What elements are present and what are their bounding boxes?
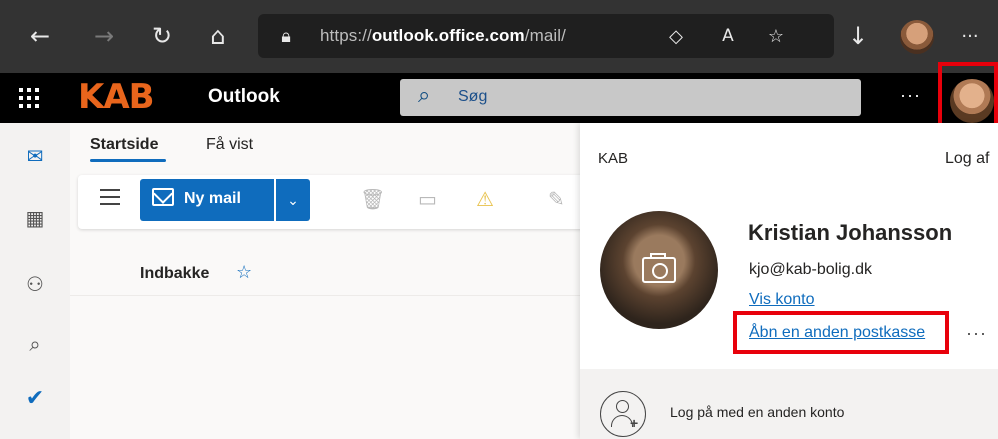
folder-title: Indbakke	[140, 265, 210, 282]
sweep-icon[interactable]: ✎	[548, 187, 565, 211]
attachment-icon[interactable]: ⌕	[22, 331, 48, 357]
back-arrow-icon[interactable]: ←	[22, 18, 58, 54]
kab-logo: KAB	[78, 77, 155, 117]
todo-icon[interactable]: ✔	[22, 385, 48, 411]
calendar-icon[interactable]: ▦	[22, 205, 48, 231]
people-icon[interactable]: ⚇	[22, 271, 48, 297]
download-icon[interactable]: ↓	[840, 18, 876, 54]
read-aloud-icon[interactable]: A	[710, 18, 746, 54]
url-path: /mail/	[524, 26, 566, 45]
hamburger-menu-icon[interactable]	[100, 189, 120, 205]
sign-out-link[interactable]: Log af	[945, 150, 989, 168]
archive-icon[interactable]: ▭	[418, 187, 437, 211]
new-mail-button[interactable]: Ny mail	[140, 179, 274, 221]
home-icon[interactable]: ⌂	[200, 18, 236, 54]
profile-photo[interactable]	[600, 211, 718, 329]
app-launcher-icon[interactable]	[16, 85, 42, 111]
tab-faa-vist[interactable]: Få vist	[206, 136, 253, 154]
more-icon[interactable]: ···	[952, 18, 988, 54]
account-more-icon[interactable]: ···	[966, 323, 987, 344]
chevron-down-icon: ⌄	[287, 191, 299, 208]
search-box[interactable]: ⌕ Søg	[400, 79, 861, 116]
app-name: Outlook	[208, 86, 280, 107]
profile-avatar[interactable]	[900, 20, 934, 54]
highlight-open-mailbox-box	[733, 311, 949, 354]
view-account-link[interactable]: Vis konto	[749, 291, 815, 309]
lock-icon[interactable]: 🔒︎	[268, 18, 304, 54]
browser-toolbar: ← → ↻ ⌂ 🔒︎ https://outlook.office.com/ma…	[0, 0, 998, 73]
divider	[70, 295, 580, 296]
user-email: kjo@kab-bolig.dk	[749, 261, 872, 278]
new-mail-dropdown-button[interactable]: ⌄	[276, 179, 310, 221]
reading-view-icon[interactable]: ◇	[658, 18, 694, 54]
organization-name: KAB	[598, 150, 629, 167]
header-more-button[interactable]: ···	[900, 85, 921, 106]
user-name: Kristian Johansson	[748, 220, 953, 245]
new-mail-label: Ny mail	[184, 190, 241, 207]
command-toolbar: Ny mail ⌄ 🗑︎ ▭ ⚠ ✎	[78, 175, 598, 229]
account-panel: KAB Log af Kristian Johansson kjo@kab-bo…	[580, 123, 998, 439]
url-scheme: https://	[320, 26, 372, 45]
active-tab-indicator	[90, 159, 166, 162]
main-pane: Startside Få vist Ny mail ⌄ 🗑︎ ▭ ⚠ ✎ Ind…	[70, 123, 598, 439]
sign-in-other-account-row[interactable]: + Log på med en anden konto	[580, 369, 998, 439]
search-icon: ⌕	[418, 83, 431, 108]
envelope-icon	[152, 188, 174, 206]
address-bar[interactable]: 🔒︎ https://outlook.office.com/mail/ ◇ A …	[258, 14, 834, 58]
url-domain: outlook.office.com	[371, 26, 525, 45]
add-person-icon: +	[600, 391, 646, 437]
sign-in-other-account-label: Log på med en anden konto	[670, 404, 845, 420]
tab-startside[interactable]: Startside	[90, 136, 158, 154]
report-icon[interactable]: ⚠	[476, 187, 494, 211]
highlight-avatar-box	[938, 62, 998, 130]
favorite-star-icon[interactable]: ☆	[236, 262, 252, 283]
search-placeholder: Søg	[458, 88, 488, 105]
camera-icon	[642, 253, 676, 283]
left-rail: ✉ ▦ ⚇ ⌕ ✔	[0, 123, 70, 439]
refresh-icon[interactable]: ↻	[144, 18, 180, 54]
mail-icon[interactable]: ✉	[22, 143, 48, 169]
app-header: KAB Outlook ⌕ Søg ···	[0, 73, 998, 123]
delete-icon[interactable]: 🗑︎	[360, 187, 385, 211]
url-text[interactable]: https://outlook.office.com/mail/	[320, 26, 566, 46]
forward-arrow-icon[interactable]: →	[86, 18, 122, 54]
favorites-icon[interactable]: ☆	[758, 18, 794, 54]
